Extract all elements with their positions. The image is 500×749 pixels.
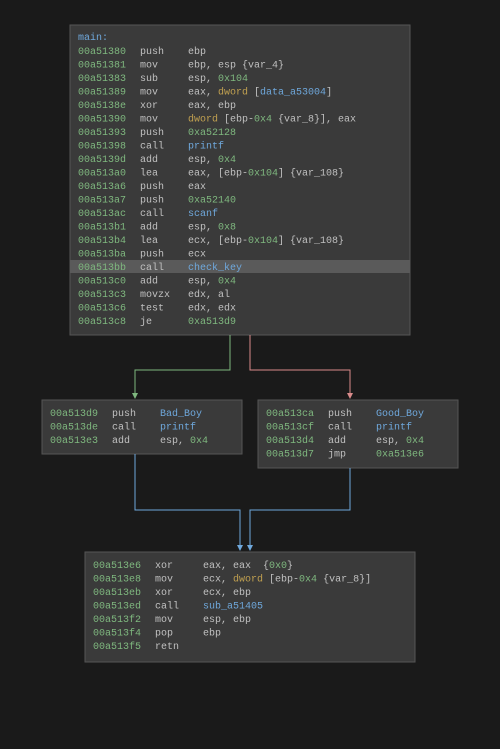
asm-line[interactable]: 00a513d7jmp0xa513e6 xyxy=(266,449,424,461)
asm-line[interactable]: 00a51393push0xa52128 xyxy=(78,127,236,139)
asm-line[interactable]: 00a513c6testedx, edx xyxy=(78,303,236,315)
asm-line[interactable]: 00a513b1addesp, 0x8 xyxy=(78,222,236,234)
main-label: main: xyxy=(78,32,108,44)
asm-line[interactable]: 00a513d4addesp, 0x4 xyxy=(266,435,424,447)
asm-line[interactable]: 00a513decallprintf xyxy=(50,422,196,434)
block-epilogue[interactable]: 00a513e6xoreax, eax {0x0}00a513e8movecx,… xyxy=(85,552,415,662)
edge-false xyxy=(250,335,350,398)
asm-line[interactable]: 00a51389moveax, dword [data_a53004] xyxy=(78,87,332,99)
asm-line[interactable]: 00a513f2movesp, ebp xyxy=(93,614,251,626)
asm-line[interactable]: 00a513a0leaeax, [ebp-0x104] {var_108} xyxy=(78,168,344,180)
asm-line[interactable]: 00a513f5retn xyxy=(93,641,179,653)
asm-line[interactable]: 00a513c0addesp, 0x4 xyxy=(78,276,236,288)
asm-line[interactable]: 00a5138exoreax, ebp xyxy=(78,100,236,112)
asm-line[interactable]: 00a513capushGood_Boy xyxy=(266,408,424,420)
asm-line[interactable]: 00a513cfcallprintf xyxy=(266,422,412,434)
asm-line[interactable]: 00a513bbcallcheck_key xyxy=(78,262,242,274)
asm-line[interactable]: 00a51398callprintf xyxy=(78,141,224,153)
asm-line[interactable]: 00a513b4leaecx, [ebp-0x104] {var_108} xyxy=(78,235,344,247)
asm-line[interactable]: 00a513d9pushBad_Boy xyxy=(50,408,202,420)
edge-right-down xyxy=(250,468,350,550)
asm-line[interactable]: 00a513a7push0xa52140 xyxy=(78,195,236,207)
asm-line[interactable]: 00a5139daddesp, 0x4 xyxy=(78,154,236,166)
asm-line[interactable]: 00a51390movdword [ebp-0x4 {var_8}], eax xyxy=(78,114,356,126)
asm-line[interactable]: 00a513edcallsub_a51405 xyxy=(93,601,263,613)
block-good-boy[interactable]: 00a513capushGood_Boy00a513cfcallprintf00… xyxy=(258,400,458,468)
asm-line[interactable]: 00a513e8movecx, dword [ebp-0x4 {var_8}] xyxy=(93,574,371,586)
block-main[interactable]: main: 00a51380pushebp00a51381movebp, esp… xyxy=(70,25,410,335)
asm-line[interactable]: 00a513c3movzxedx, al xyxy=(78,289,230,301)
asm-line[interactable]: 00a513ebxorecx, ebp xyxy=(93,587,251,599)
asm-line[interactable]: 00a513e3addesp, 0x4 xyxy=(50,435,208,447)
asm-line[interactable]: 00a513accallscanf xyxy=(78,208,218,220)
block-bad-boy[interactable]: 00a513d9pushBad_Boy 00a513decallprintf00a… xyxy=(42,400,242,454)
edge-true xyxy=(135,335,230,398)
edge-left-down xyxy=(135,454,240,550)
cfg-canvas[interactable]: main: 00a51380pushebp00a51381movebp, esp… xyxy=(0,0,500,749)
